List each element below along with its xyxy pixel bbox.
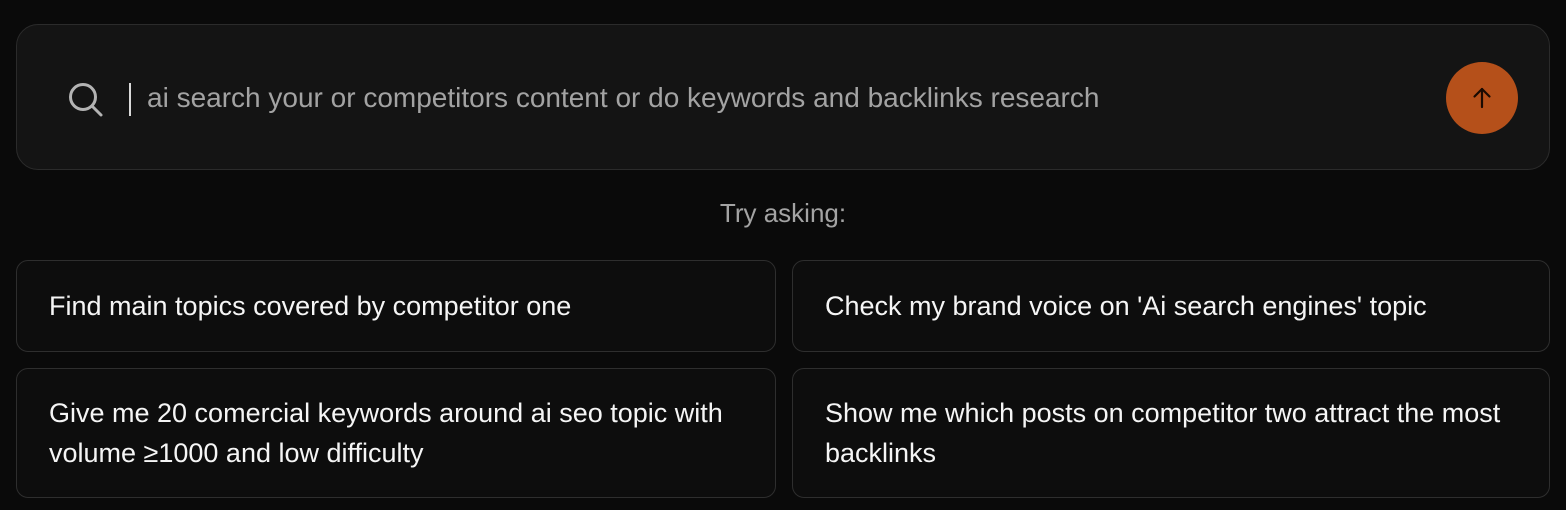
suggestion-label: Give me 20 comercial keywords around ai … xyxy=(49,398,723,468)
suggestion-label: Find main topics covered by competitor o… xyxy=(49,291,572,321)
suggestion-card[interactable]: Show me which posts on competitor two at… xyxy=(792,368,1550,498)
suggestion-label: Show me which posts on competitor two at… xyxy=(825,398,1501,468)
ai-search-panel: Try asking: Find main topics covered by … xyxy=(0,0,1566,510)
suggestion-label: Check my brand voice on 'Ai search engin… xyxy=(825,291,1427,321)
search-input[interactable] xyxy=(147,77,1427,119)
search-box xyxy=(16,24,1550,170)
suggestion-card[interactable]: Check my brand voice on 'Ai search engin… xyxy=(792,260,1550,352)
search-icon xyxy=(69,83,103,117)
submit-button[interactable] xyxy=(1446,62,1518,134)
suggestion-card[interactable]: Find main topics covered by competitor o… xyxy=(16,260,776,352)
text-caret xyxy=(129,83,131,116)
suggestion-card[interactable]: Give me 20 comercial keywords around ai … xyxy=(16,368,776,498)
arrow-up-icon xyxy=(1473,87,1491,109)
suggestions-header: Try asking: xyxy=(719,198,847,228)
